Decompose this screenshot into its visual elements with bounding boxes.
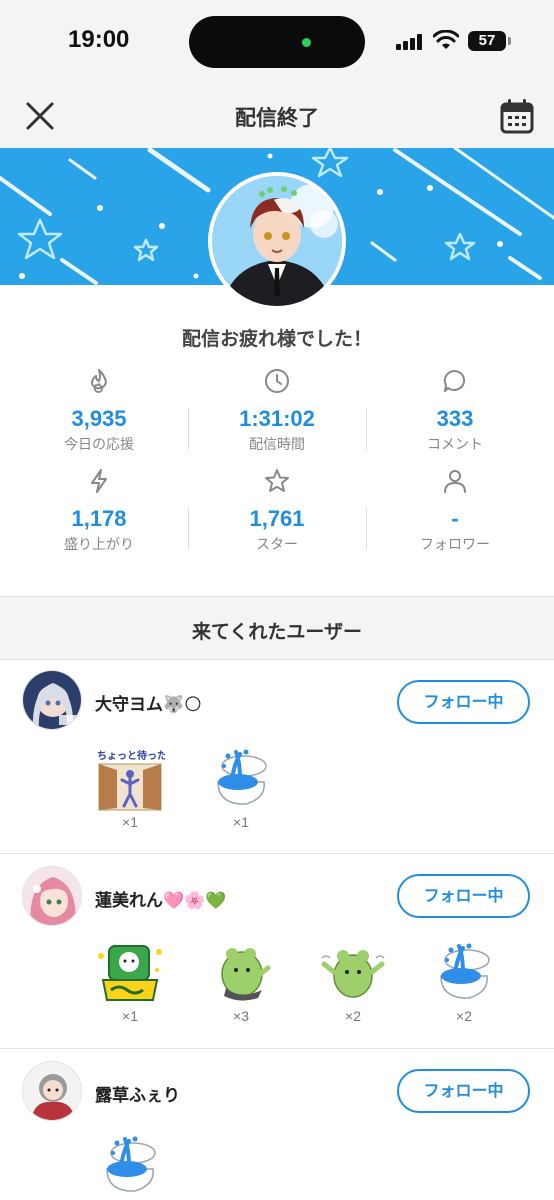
- gift-count: ×2: [456, 1008, 472, 1024]
- stream-stats: 3,935 今日の応援 1:31:02 配信時間 333 コメント 1,178 …: [10, 366, 544, 566]
- star-icon: [265, 469, 289, 492]
- person-icon: [444, 470, 466, 493]
- stat-value: 1,178: [71, 506, 127, 531]
- gift-item: ちょっと待ったぁ!! ×1: [95, 746, 165, 830]
- stat-value: 1:31:02: [239, 406, 315, 431]
- stat-value: 1,761: [249, 506, 305, 531]
- bolt-icon: [91, 469, 107, 493]
- dynamic-island: [189, 16, 365, 68]
- stat-label: コメント: [427, 437, 483, 453]
- green-mascot-sign-icon: [98, 945, 162, 1001]
- gift-item: ×3: [206, 940, 276, 1024]
- camera-indicator-icon: [302, 38, 311, 47]
- gift-count: ×1: [122, 1008, 138, 1024]
- signal-icon: [396, 34, 428, 50]
- nav-header: 配信終了: [0, 84, 554, 148]
- gift-count: ×2: [345, 1008, 361, 1024]
- calendar-icon[interactable]: [500, 98, 534, 134]
- user-name[interactable]: 露草ふぇり: [95, 1081, 180, 1106]
- wifi-icon: [433, 30, 459, 49]
- flame-icon: [91, 369, 107, 393]
- page-title: 配信終了: [235, 106, 319, 130]
- user-name[interactable]: 大守ヨム🐺🌕: [95, 690, 202, 715]
- gift-item: [95, 1133, 165, 1199]
- battery-tip: [508, 37, 511, 45]
- toilet-fountain-icon: [217, 749, 267, 805]
- row-divider: [0, 1048, 554, 1049]
- stat-label: 今日の応援: [64, 437, 134, 453]
- follow-button[interactable]: フォロー中: [397, 1069, 530, 1113]
- avatar[interactable]: [22, 866, 82, 926]
- clock-icon: [265, 369, 289, 393]
- gift-count: ×3: [233, 1008, 249, 1024]
- avatar[interactable]: [22, 670, 82, 730]
- follow-button[interactable]: フォロー中: [397, 874, 530, 918]
- avatar[interactable]: [22, 1061, 82, 1121]
- toilet-fountain-icon: [440, 943, 490, 999]
- stat-value: 3,935: [71, 406, 127, 431]
- stat-label: 盛り上がり: [64, 537, 134, 553]
- stat-value: 333: [436, 406, 474, 431]
- green-mascot-icon: [221, 948, 271, 1001]
- stat-duration: 1:31:02 配信時間: [188, 366, 366, 466]
- gift-item: ×1: [206, 746, 276, 830]
- gift-count: ×1: [122, 814, 138, 830]
- gift-item: ×2: [318, 940, 388, 1024]
- stat-label: 配信時間: [249, 437, 305, 453]
- follow-button[interactable]: フォロー中: [397, 680, 530, 724]
- stats-row-1: 3,935 今日の応援 1:31:02 配信時間 333 コメント: [10, 366, 544, 466]
- battery-indicator: 57: [468, 31, 506, 51]
- stat-excitement: 1,178 盛り上がり: [10, 466, 188, 566]
- stat-label: スター: [256, 537, 298, 553]
- stat-value: -: [451, 506, 459, 531]
- stat-support: 3,935 今日の応援: [10, 366, 188, 466]
- door-sticker-icon: ちょっと待ったぁ!!: [97, 749, 165, 811]
- row-divider: [0, 853, 554, 854]
- status-time: 19:00: [68, 26, 130, 53]
- stats-row-2: 1,178 盛り上がり 1,761 スター - フォロワー: [10, 466, 544, 566]
- stat-label: フォロワー: [420, 537, 490, 553]
- status-bar: 19:00 57: [0, 0, 554, 84]
- user-name[interactable]: 蓮美れん🩷🌸💚: [95, 886, 227, 911]
- streamer-avatar[interactable]: [208, 172, 346, 310]
- stream-ended-message: 配信お疲れ様でした！: [181, 328, 372, 350]
- green-mascot-dance-icon: [321, 950, 385, 998]
- gift-item: ×1: [95, 940, 165, 1024]
- stat-followers: - フォロワー: [366, 466, 544, 566]
- stat-stars: 1,761 スター: [188, 466, 366, 566]
- sticker-text: ちょっと待ったぁ!!: [97, 749, 165, 762]
- visitors-title: 来てくれたユーザー: [191, 621, 363, 643]
- toilet-fountain-icon: [106, 1136, 156, 1192]
- stat-comments: 333 コメント: [366, 366, 544, 466]
- comment-icon: [443, 369, 466, 392]
- gift-item: ×2: [429, 940, 499, 1024]
- visitors-header: 来てくれたユーザー: [0, 596, 554, 660]
- gift-count: ×1: [233, 814, 249, 830]
